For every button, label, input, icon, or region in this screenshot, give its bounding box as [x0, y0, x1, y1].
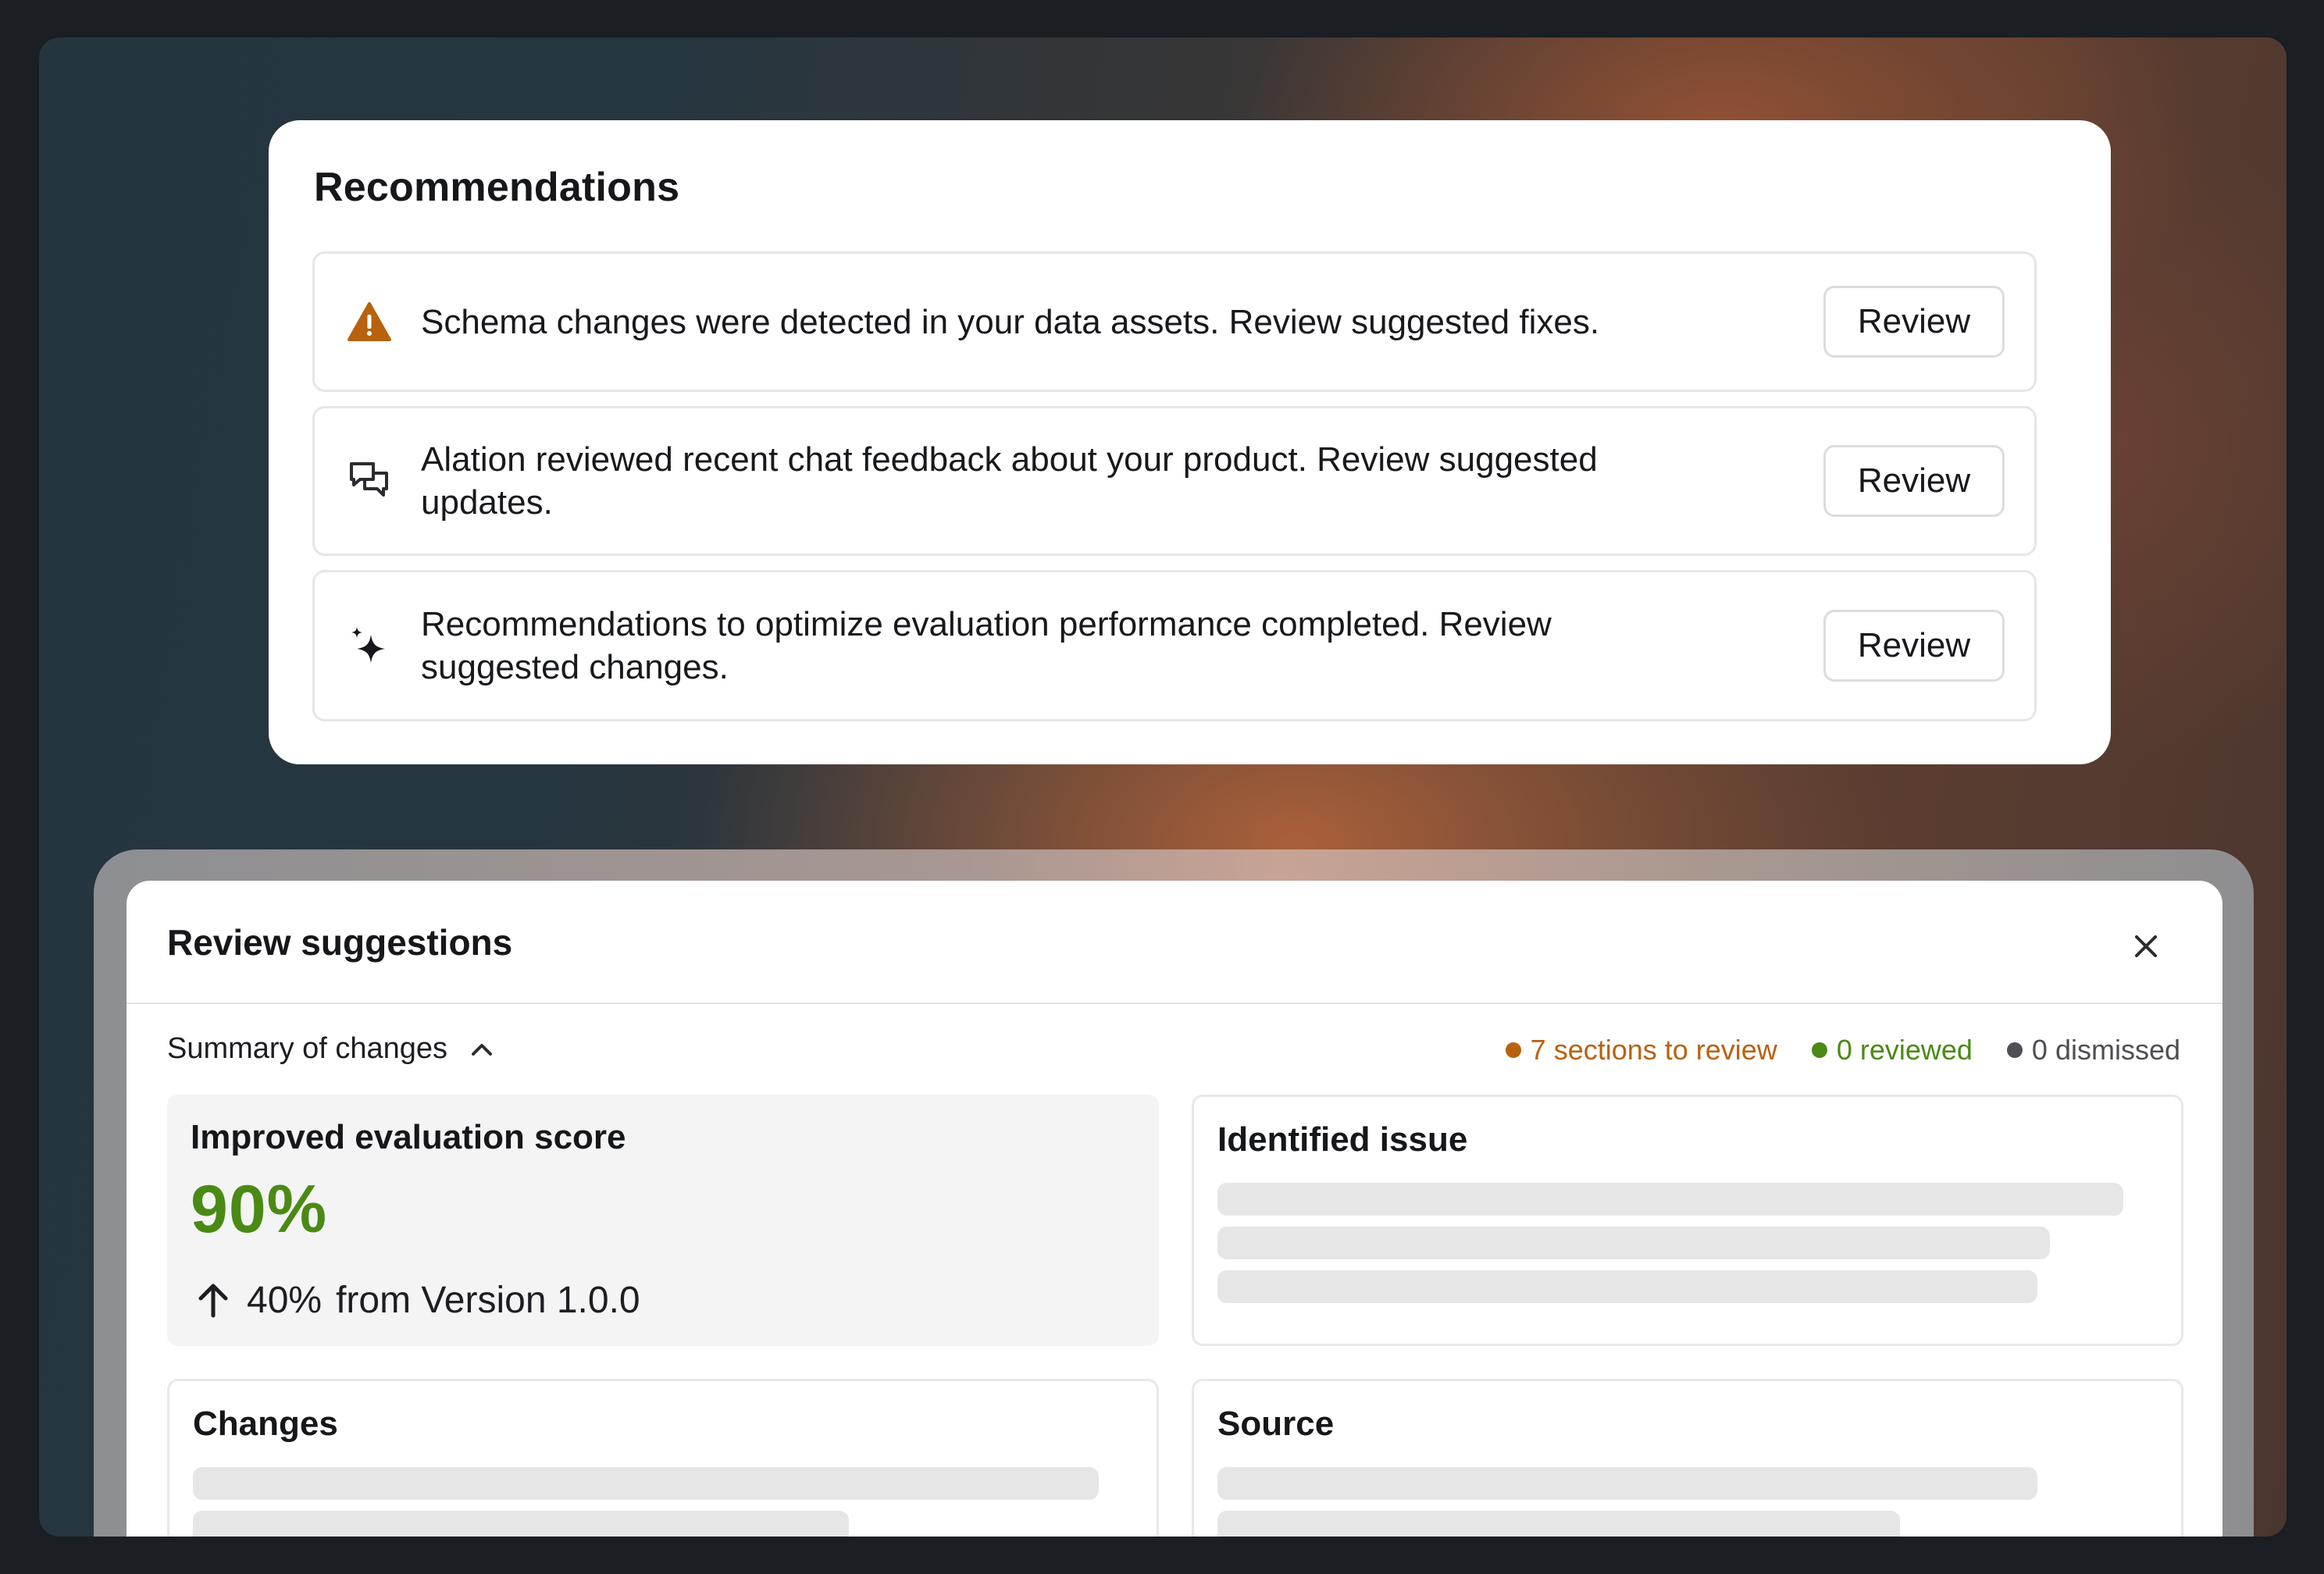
close-button[interactable] — [2124, 924, 2168, 968]
review-stats: 7 sections to review 0 reviewed 0 dismis… — [1471, 1034, 2180, 1067]
panel-title: Review suggestions — [167, 922, 513, 963]
summary-label: Summary of changes — [167, 1032, 448, 1065]
summary-toggle[interactable]: Summary of changes — [167, 1032, 497, 1066]
stat-to-review: 7 sections to review — [1505, 1034, 1777, 1067]
arrow-up-icon — [198, 1284, 228, 1317]
recommendations-title: Recommendations — [314, 165, 680, 210]
stat-dismissed-label: 0 dismissed — [2031, 1034, 2180, 1066]
chevron-up-icon — [466, 1034, 497, 1065]
score-delta: 40% from Version 1.0.0 — [194, 1279, 640, 1322]
score-value: 90% — [191, 1172, 328, 1247]
score-heading: Improved evaluation score — [191, 1118, 626, 1156]
status-dot — [1505, 1042, 1521, 1058]
skeleton-line — [1217, 1227, 2050, 1259]
status-dot — [1811, 1042, 1827, 1058]
recommendation-item-chat: Alation reviewed recent chat feedback ab… — [312, 406, 2037, 556]
divider — [127, 1002, 2222, 1004]
skeleton-line — [1217, 1270, 2037, 1303]
recommendation-item-optimize: Recommendations to optimize evaluation p… — [312, 570, 2037, 721]
changes-card: Changes — [167, 1379, 1159, 1552]
delta-suffix: from Version 1.0.0 — [336, 1280, 640, 1321]
recommendation-text: Alation reviewed recent chat feedback ab… — [421, 440, 1598, 522]
stat-dismissed: 0 dismissed — [2006, 1034, 2180, 1067]
delta-percent: 40% — [247, 1280, 323, 1321]
review-button[interactable]: Review — [1823, 286, 2005, 358]
bezel-bottom — [0, 1537, 2324, 1574]
changes-heading: Changes — [193, 1405, 338, 1443]
review-button[interactable]: Review — [1823, 445, 2005, 517]
stat-reviewed: 0 reviewed — [1811, 1034, 1973, 1067]
stat-reviewed-label: 0 reviewed — [1836, 1034, 1973, 1066]
review-suggestions-panel: Review suggestions Summary of changes 7 … — [127, 881, 2222, 1552]
status-dot — [2006, 1042, 2023, 1058]
close-icon — [2135, 935, 2157, 957]
recommendation-text: Schema changes were detected in your dat… — [421, 302, 1600, 341]
source-heading: Source — [1217, 1405, 1335, 1443]
score-card: Improved evaluation score 90% 40% from V… — [167, 1095, 1159, 1346]
sparkle-icon — [346, 622, 393, 669]
review-button[interactable]: Review — [1823, 610, 2005, 682]
skeleton-line — [193, 1467, 1099, 1500]
skeleton-line — [1217, 1467, 2037, 1500]
skeleton-line — [1217, 1183, 2123, 1216]
recommendation-item-schema: Schema changes were detected in your dat… — [312, 251, 2037, 392]
issue-heading: Identified issue — [1217, 1120, 1468, 1159]
chat-bubbles-icon — [346, 458, 393, 504]
source-card: Source — [1192, 1379, 2183, 1552]
warning-icon — [346, 298, 393, 345]
stat-to-review-label: 7 sections to review — [1530, 1034, 1777, 1066]
identified-issue-card: Identified issue — [1192, 1095, 2183, 1346]
recommendation-text: Recommendations to optimize evaluation p… — [421, 605, 1552, 686]
